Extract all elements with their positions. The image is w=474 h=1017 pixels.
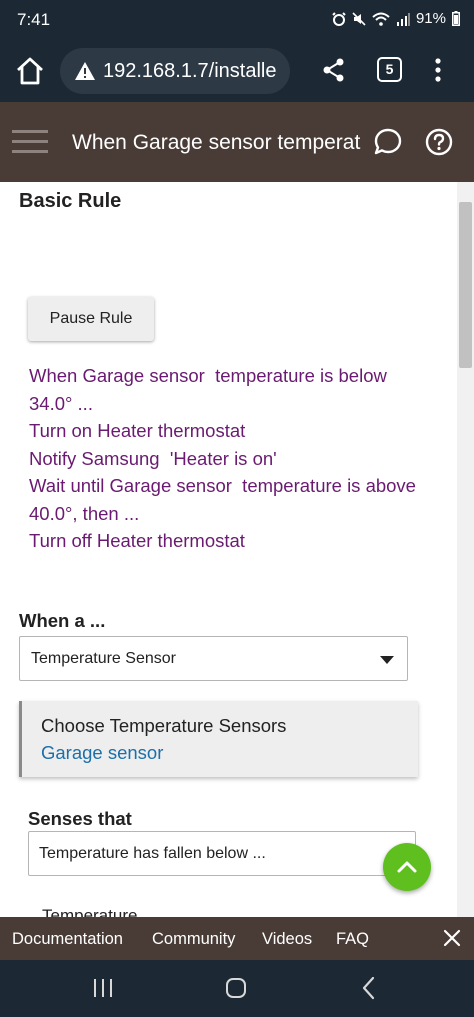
hamburger-menu-icon[interactable] <box>12 127 48 157</box>
rule-line: Wait until Garage sensor temperature is … <box>29 475 422 524</box>
battery-icon <box>452 11 460 26</box>
when-label: When a ... <box>19 610 106 631</box>
nav-home-icon[interactable] <box>225 977 247 999</box>
senses-value: Temperature has fallen below ... <box>39 845 266 862</box>
chevron-up-icon <box>397 861 417 873</box>
app-header: When Garage sensor temperat <box>0 102 474 182</box>
rule-line: When Garage sensor temperature is below … <box>29 365 392 414</box>
url-text: 192.168.1.7/installe <box>103 60 277 82</box>
device-type-value: Temperature Sensor <box>31 650 176 667</box>
mute-icon <box>352 11 366 26</box>
status-time: 7:41 <box>17 10 51 29</box>
choose-sensors-button[interactable]: Choose Temperature Sensors Garage sensor <box>19 701 418 777</box>
device-type-select[interactable]: Temperature Sensor <box>19 636 408 681</box>
section-title: Basic Rule <box>19 190 122 212</box>
senses-label: Senses that <box>28 808 132 829</box>
address-bar[interactable]: 192.168.1.7/installe <box>60 48 290 94</box>
chat-bubble-icon[interactable] <box>373 127 403 157</box>
back-icon[interactable] <box>361 976 375 1000</box>
temperature-label: Temperature <box>42 906 138 917</box>
share-icon[interactable] <box>320 56 348 84</box>
senses-select[interactable]: Temperature has fallen below ... <box>28 831 416 876</box>
rule-line: Turn on Heater thermostat <box>29 420 246 441</box>
footer-link-documentation[interactable]: Documentation <box>12 930 123 949</box>
battery-level: 91% <box>415 10 446 27</box>
wifi-icon <box>372 12 390 26</box>
choose-sensors-title: Choose Temperature Sensors <box>41 715 287 736</box>
home-icon[interactable] <box>14 55 46 87</box>
recents-icon[interactable] <box>92 978 114 998</box>
close-icon[interactable] <box>443 929 461 947</box>
warning-icon[interactable] <box>74 61 96 81</box>
footer-bar: Documentation Community Videos FAQ <box>0 917 474 960</box>
page-title: When Garage sensor temperat <box>72 131 361 154</box>
rule-summary: When Garage sensor temperature is below … <box>29 362 429 555</box>
signal-icon <box>396 12 410 26</box>
alarm-icon <box>332 11 346 26</box>
rule-line: Turn off Heater thermostat <box>29 530 245 551</box>
tabs-count-button[interactable]: 5 <box>377 57 402 82</box>
chosen-device-link[interactable]: Garage sensor <box>41 742 163 764</box>
pause-rule-button[interactable]: Pause Rule <box>28 297 154 341</box>
caret-down-icon <box>380 656 394 664</box>
rule-line: Notify Samsung 'Heater is on' <box>29 447 277 469</box>
more-vert-icon[interactable] <box>428 56 448 84</box>
help-icon[interactable] <box>425 128 453 156</box>
system-nav-bar <box>0 960 474 1017</box>
browser-toolbar: 192.168.1.7/installe 5 <box>0 40 474 102</box>
footer-link-community[interactable]: Community <box>152 930 235 949</box>
scrollbar-thumb[interactable] <box>459 202 472 368</box>
footer-link-videos[interactable]: Videos <box>262 930 312 949</box>
scroll-top-button[interactable] <box>383 843 431 891</box>
rule-content[interactable]: Basic Rule Pause Rule When Garage sensor… <box>0 182 474 917</box>
status-icons: 91% <box>332 10 460 27</box>
status-bar: 7:41 91% <box>0 0 474 40</box>
footer-link-faq[interactable]: FAQ <box>336 930 369 949</box>
